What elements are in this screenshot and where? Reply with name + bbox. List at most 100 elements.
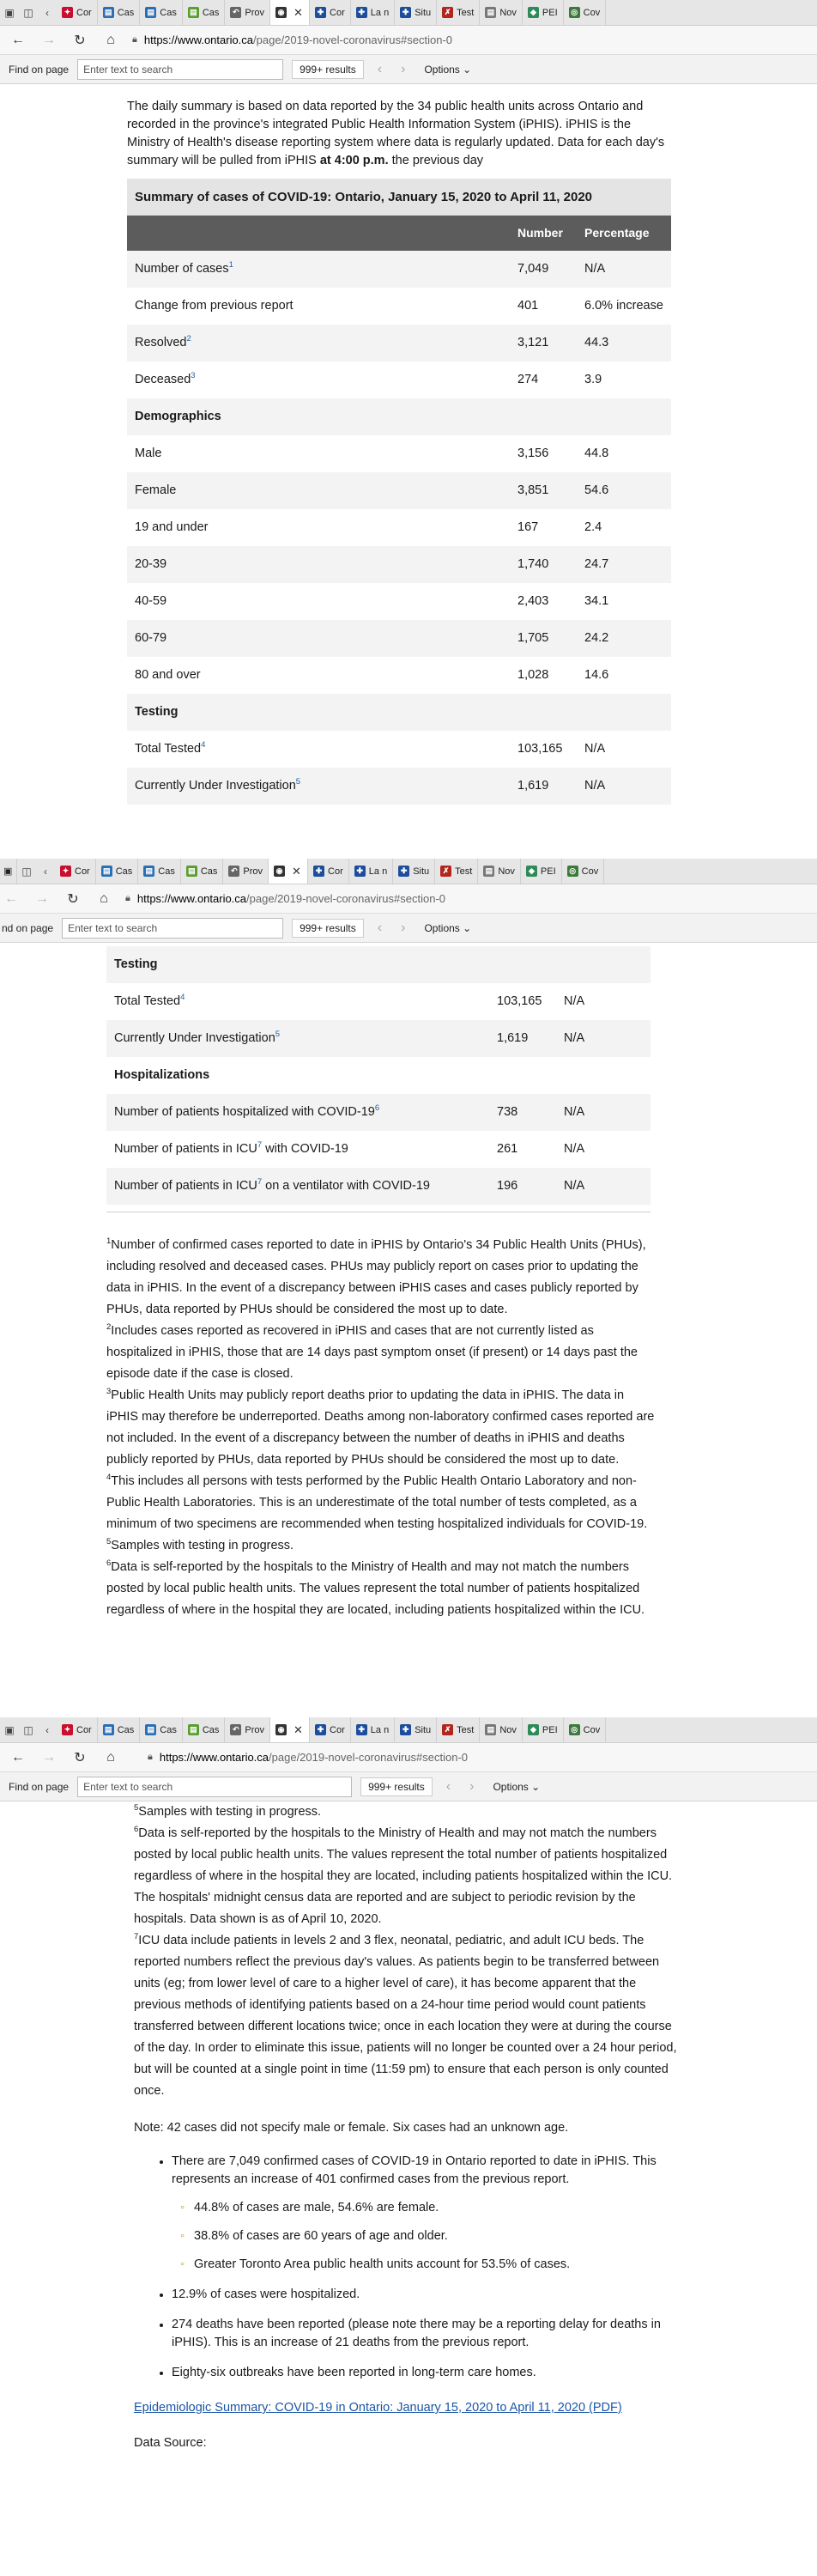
tab-actions-icon[interactable]: ▣ (0, 0, 19, 25)
scroll-tabs-left-icon[interactable]: ‹ (38, 0, 57, 25)
row-percentage (577, 694, 671, 731)
footnote-ref[interactable]: 1 (229, 260, 233, 270)
tab-active[interactable]: ◉ ✕ (270, 1717, 311, 1742)
tab-strip: ▣ ◫ ‹ ✦ Cor ▤ Cas ▤ Cas ▤ Cas ↶ Prov ◉ ✕ ✚ Cor … (0, 0, 817, 26)
footnote-ref[interactable]: 7 (257, 1177, 262, 1187)
home-icon[interactable]: ⌂ (94, 891, 113, 907)
next-result-icon[interactable]: › (464, 1779, 479, 1795)
find-input[interactable] (62, 917, 284, 939)
scroll-tabs-left-icon[interactable]: ‹ (38, 1717, 57, 1742)
tab-actions-icon[interactable]: ▣ (0, 859, 17, 884)
tab[interactable]: ✚ Situ (393, 859, 436, 884)
epidemiologic-summary-pdf-link[interactable]: Epidemiologic Summary: COVID-19 in Ontar… (134, 2401, 622, 2415)
tab[interactable]: ▤ Cas (140, 1717, 183, 1742)
tab-overview-icon[interactable]: ◫ (19, 0, 38, 25)
table-row: Change from previous report 401 6.0% incre… (127, 288, 671, 325)
results-count: 999+ results (360, 1777, 433, 1796)
row-percentage (577, 398, 671, 435)
previous-result-icon[interactable]: ‹ (372, 62, 387, 77)
tab[interactable]: ✦ Cor (55, 859, 96, 884)
forward-icon[interactable]: → (39, 33, 58, 48)
tab[interactable]: ✗ Test (437, 0, 481, 25)
tab[interactable]: ▤ Nov (478, 859, 521, 884)
refresh-icon[interactable]: ↻ (70, 1749, 89, 1766)
tab[interactable]: ▤ Nov (480, 1717, 523, 1742)
doc-favicon-icon: ▤ (145, 1724, 157, 1735)
tab[interactable]: ▤ Cas (183, 0, 226, 25)
tab[interactable]: ▤ Cas (98, 0, 141, 25)
home-icon[interactable]: ⌂ (101, 33, 120, 48)
tab[interactable]: ◎ Cov (564, 1717, 607, 1742)
tab[interactable]: ✚ Situ (395, 0, 438, 25)
previous-result-icon[interactable]: ‹ (441, 1779, 456, 1795)
table-row: Resolved2 3,121 44.3 (127, 325, 671, 361)
options-dropdown[interactable]: Options ⌄ (419, 922, 476, 934)
forward-icon[interactable]: → (33, 891, 51, 907)
footnote-ref[interactable]: 2 (186, 334, 191, 343)
footnote-ref[interactable]: 7 (257, 1140, 262, 1150)
back-icon[interactable]: ← (9, 1750, 27, 1765)
url-field[interactable]: 🔒︎ https://www.ontario.ca/page/2019-nove… (125, 889, 808, 909)
news-favicon-icon: ▤ (483, 866, 495, 877)
tab[interactable]: ✚ La n (351, 1717, 396, 1742)
tab[interactable]: ◆ PEI (523, 1717, 564, 1742)
back-icon[interactable]: ← (2, 891, 21, 907)
tab-overview-icon[interactable]: ◫ (17, 859, 36, 884)
tab[interactable]: ▤ Cas (183, 1717, 226, 1742)
tab[interactable]: ▤ Cas (98, 1717, 141, 1742)
forward-icon[interactable]: → (39, 1750, 58, 1765)
tab[interactable]: ◎ Cov (564, 0, 607, 25)
next-result-icon[interactable]: › (396, 920, 410, 936)
refresh-icon[interactable]: ↻ (70, 32, 89, 49)
tab[interactable]: ✦ Cor (57, 0, 98, 25)
tab[interactable]: ✚ La n (351, 0, 396, 25)
scroll-tabs-left-icon[interactable]: ‹ (36, 859, 55, 884)
footnote-ref[interactable]: 5 (275, 1030, 280, 1039)
tab[interactable]: ▤ Cas (181, 859, 224, 884)
close-tab-icon[interactable]: ✕ (294, 1723, 303, 1737)
close-tab-icon[interactable]: ✕ (292, 865, 301, 878)
find-input[interactable] (77, 58, 284, 80)
tab[interactable]: ◎ Cov (562, 859, 605, 884)
tab[interactable]: ↶ Prov (225, 0, 271, 25)
footnote-ref[interactable]: 3 (191, 371, 195, 380)
tab[interactable]: ↶ Prov (223, 859, 269, 884)
home-icon[interactable]: ⌂ (101, 1750, 120, 1765)
tab[interactable]: ✚ Situ (395, 1717, 438, 1742)
tab-active[interactable]: ◉ ✕ (269, 859, 309, 884)
options-dropdown[interactable]: Options ⌄ (487, 1781, 545, 1793)
tab[interactable]: ◆ PEI (523, 0, 564, 25)
footnote-ref[interactable]: 6 (375, 1103, 379, 1113)
table-row: Number of patients in ICU7 on a ventilat… (106, 1168, 651, 1205)
url-field[interactable]: 🔒︎ https://www.ontario.ca/page/2019-nove… (132, 30, 808, 51)
close-tab-icon[interactable]: ✕ (294, 6, 303, 20)
tab[interactable]: ✚ Cor (308, 859, 349, 884)
tab[interactable]: ▤ Cas (96, 859, 139, 884)
tab[interactable]: ◆ PEI (521, 859, 562, 884)
previous-result-icon[interactable]: ‹ (372, 920, 387, 936)
tab-overview-icon[interactable]: ◫ (19, 1717, 38, 1742)
tab[interactable]: ✚ Cor (310, 0, 351, 25)
footnote-ref[interactable]: 4 (180, 993, 185, 1002)
back-icon[interactable]: ← (9, 33, 27, 48)
refresh-icon[interactable]: ↻ (64, 890, 82, 908)
tab[interactable]: ▤ Cas (138, 859, 181, 884)
footnote-ref[interactable]: 4 (201, 740, 205, 750)
footnote-ref[interactable]: 5 (296, 777, 300, 787)
options-dropdown[interactable]: Options ⌄ (419, 64, 476, 76)
tab[interactable]: ▤ Cas (140, 0, 183, 25)
tab[interactable]: ✗ Test (437, 1717, 481, 1742)
tab[interactable]: ↶ Prov (225, 1717, 271, 1742)
tab[interactable]: ✚ La n (349, 859, 394, 884)
tab[interactable]: ✚ Cor (310, 1717, 351, 1742)
find-input[interactable] (77, 1776, 353, 1797)
tab[interactable]: ✦ Cor (57, 1717, 98, 1742)
url-field[interactable]: 🔒︎ https://www.ontario.ca/page/2019-nove… (132, 1747, 808, 1768)
tab-actions-icon[interactable]: ▣ (0, 1717, 19, 1742)
tab-active[interactable]: ◉ ✕ (270, 0, 311, 25)
pei-favicon-icon: ◆ (527, 7, 539, 18)
cross-favicon-icon: ✚ (400, 1724, 412, 1735)
next-result-icon[interactable]: › (396, 62, 410, 77)
tab[interactable]: ▤ Nov (480, 0, 523, 25)
tab[interactable]: ✗ Test (435, 859, 479, 884)
